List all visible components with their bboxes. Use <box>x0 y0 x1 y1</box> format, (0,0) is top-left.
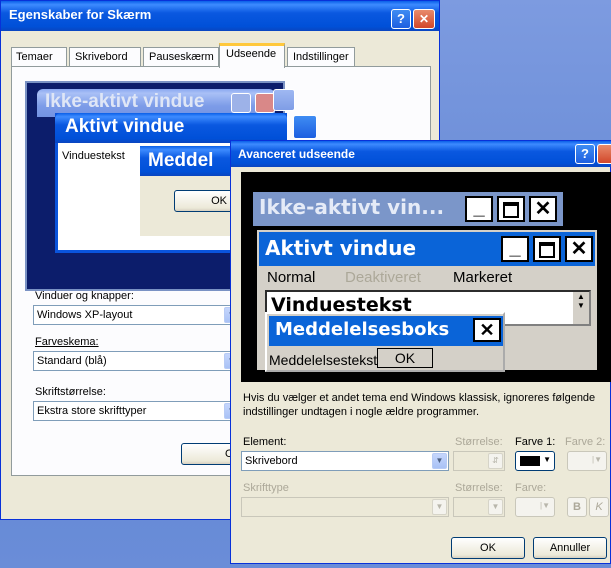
chevron-down-icon: |▼ <box>540 501 550 510</box>
preview-inactive-close <box>255 93 275 113</box>
size-label: Størrelse: <box>455 436 503 448</box>
size-spinner[interactable]: ⇵ <box>453 451 505 471</box>
window-title: Egenskaber for Skærm <box>9 7 152 22</box>
windows-buttons-label: Vinduer og knapper: <box>35 290 134 302</box>
adv-inactive-maximize-icon <box>497 196 525 222</box>
tab-strip: Temaer Skrivebord Pauseskærm Udseende In… <box>11 43 441 68</box>
font-label: Skrifttype <box>243 482 289 494</box>
windows-buttons-select[interactable]: Windows XP-layout ▼ <box>33 305 241 325</box>
adv-active-minimize-icon: _ <box>501 236 529 262</box>
advanced-titlebar[interactable]: Avanceret udseende <box>231 141 611 167</box>
element-select[interactable]: Skrivebord ▼ <box>241 451 449 471</box>
help-icon: ? <box>397 11 405 26</box>
advanced-title: Avanceret udseende <box>238 147 355 161</box>
font-size-label: Skriftstørrelse: <box>35 386 106 398</box>
close-button[interactable]: ✕ <box>413 9 435 29</box>
tab-pauseskaerm[interactable]: Pauseskærm <box>143 47 219 67</box>
preview-inactive-max-icon <box>273 89 295 111</box>
element-label: Element: <box>243 436 287 448</box>
adv-preview-message-window: Meddelelsesboks ✕ Meddelelsestekst OK <box>265 312 505 372</box>
adv-active-close-icon: ✕ <box>565 236 593 262</box>
adv-preview-scrollbar: ▲ ▼ <box>573 292 589 324</box>
adv-inactive-minimize-icon: _ <box>465 196 493 222</box>
tab-indstillinger[interactable]: Indstillinger <box>287 47 355 67</box>
advanced-info-text: Hvis du vælger et andet tema end Windows… <box>243 392 596 418</box>
adv-preview-message-titlebar: Meddelelsesboks <box>269 316 503 346</box>
adv-message-close-icon: ✕ <box>473 318 501 342</box>
help-button[interactable]: ? <box>391 9 411 29</box>
font-select[interactable]: ▼ <box>241 497 449 517</box>
preview-inactive-max <box>231 93 251 113</box>
tab-label: Pauseskærm <box>149 51 214 63</box>
chevron-down-icon: ▼ <box>432 453 447 469</box>
display-properties-titlebar[interactable]: Egenskaber for Skærm <box>1 1 439 31</box>
tab-skrivebord[interactable]: Skrivebord <box>69 47 141 67</box>
preview-active-max-icon <box>293 115 317 139</box>
color2-label: Farve 2: <box>565 436 606 448</box>
tab-label: Indstillinger <box>293 51 349 63</box>
advanced-cancel-button[interactable]: Annuller <box>533 537 607 559</box>
tab-temaer[interactable]: Temaer <box>11 47 67 67</box>
adv-active-maximize-icon <box>533 236 561 262</box>
font-size-select[interactable]: Ekstra store skrifttyper ▼ <box>33 401 241 421</box>
chevron-down-icon: ▼ <box>432 499 447 515</box>
italic-button[interactable]: K <box>589 497 609 517</box>
adv-preview-ok-button: OK <box>377 348 433 368</box>
chevron-down-icon: ▼ <box>543 455 551 464</box>
bold-button[interactable]: B <box>567 497 587 517</box>
preview-active-title: Aktivt vindue <box>65 116 185 137</box>
menu-normal: Normal <box>267 269 316 286</box>
font-size-label: Størrelse: <box>455 482 503 494</box>
advanced-help-button[interactable]: ? <box>575 144 595 164</box>
color2-button[interactable]: |▼ <box>567 451 607 471</box>
adv-preview-message-text: Meddelelsestekst <box>269 352 378 368</box>
font-size-select[interactable]: ▼ <box>453 497 505 517</box>
font-color-label: Farve: <box>515 482 547 494</box>
advanced-ok-button[interactable]: OK <box>451 537 525 559</box>
chevron-down-icon: |▼ <box>592 455 602 464</box>
chevron-down-icon: ▼ <box>488 499 503 515</box>
advanced-preview: Ikke-aktivt vin... _ ✕ Aktivt vindue _ ✕… <box>241 172 611 382</box>
menu-selected: Markeret <box>453 269 513 286</box>
adv-preview-menubar: Normal Deaktiveret Markeret <box>259 267 595 289</box>
color1-swatch <box>520 456 540 466</box>
help-icon: ? <box>581 146 589 161</box>
preview-inactive-title: Ikke-aktivt vindue <box>45 91 205 112</box>
menu-disabled: Deaktiveret <box>345 269 421 286</box>
advanced-close-button[interactable] <box>597 144 611 164</box>
tab-label: Temaer <box>16 51 53 63</box>
color-scheme-label: Farveskema: <box>35 336 99 348</box>
preview-ok-button: OK <box>174 190 234 212</box>
font-color-button[interactable]: |▼ <box>515 497 555 517</box>
spinner-arrows-icon: ⇵ <box>488 453 503 469</box>
close-icon: ✕ <box>418 12 430 26</box>
color-scheme-select[interactable]: Standard (blå) ▼ <box>33 351 241 371</box>
preview-window-text: Vinduestekst <box>62 150 125 162</box>
color1-label: Farve 1: <box>515 436 556 448</box>
adv-inactive-close-icon: ✕ <box>529 196 557 222</box>
preview-message-title: Meddel <box>148 150 214 171</box>
preview-active-titlebar: Aktivt vindue <box>55 113 287 143</box>
tab-udseende[interactable]: Udseende <box>219 43 285 68</box>
color1-button[interactable]: ▼ <box>515 451 555 471</box>
advanced-appearance-window: Avanceret udseende ? Ikke-aktivt vin... … <box>230 140 611 564</box>
tab-label: Udseende <box>226 48 277 60</box>
tab-label: Skrivebord <box>75 51 128 63</box>
